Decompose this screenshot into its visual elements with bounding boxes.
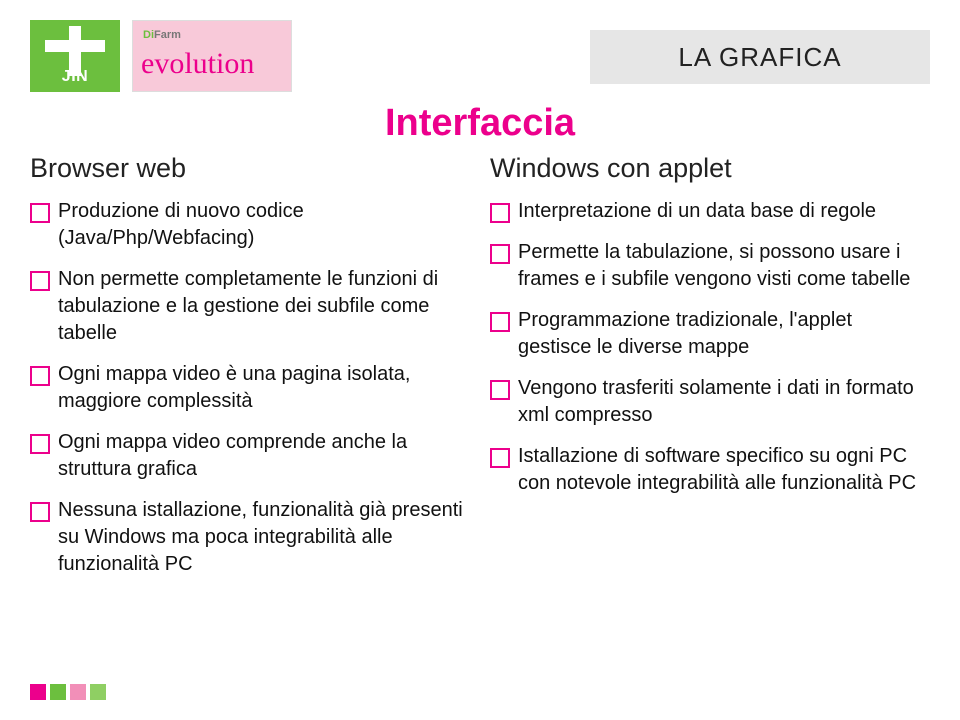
- left-column: Browser web Produzione di nuovo codice (…: [30, 153, 470, 592]
- slide: JIN DiFarm evolution LA GRAFICA Interfac…: [0, 0, 960, 720]
- logo-evo-brand: DiFarm: [143, 29, 181, 41]
- left-heading: Browser web: [30, 153, 470, 184]
- list-item: Ogni mappa video è una pagina isolata, m…: [30, 361, 470, 415]
- list-item: Produzione di nuovo codice (Java/Php/Web…: [30, 198, 470, 252]
- list-item: Vengono trasferiti solamente i dati in f…: [490, 375, 930, 429]
- dot-icon: [50, 684, 66, 700]
- section-tag: LA GRAFICA: [590, 30, 930, 84]
- logo-jin: JIN: [30, 20, 120, 92]
- list-item: Istallazione di software specifico su og…: [490, 443, 930, 497]
- columns: Browser web Produzione di nuovo codice (…: [30, 153, 930, 592]
- list-item: Ogni mappa video comprende anche la stru…: [30, 429, 470, 483]
- footer-decoration: [30, 684, 106, 700]
- list-item: Non permette completamente le funzioni d…: [30, 266, 470, 347]
- list-item: Interpretazione di un data base di regol…: [490, 198, 930, 225]
- dot-icon: [70, 684, 86, 700]
- page-title: Interfaccia: [30, 102, 930, 145]
- logo-evolution: DiFarm evolution: [132, 20, 292, 92]
- list-item: Nessuna istallazione, funzionalità già p…: [30, 497, 470, 578]
- logo-jin-text: JIN: [30, 68, 120, 86]
- list-item: Programmazione tradizionale, l'applet ge…: [490, 307, 930, 361]
- logo-evo-script: evolution: [141, 47, 254, 81]
- right-heading: Windows con applet: [490, 153, 930, 184]
- dot-icon: [30, 684, 46, 700]
- dot-icon: [90, 684, 106, 700]
- list-item: Permette la tabulazione, si possono usar…: [490, 239, 930, 293]
- right-column: Windows con applet Interpretazione di un…: [490, 153, 930, 592]
